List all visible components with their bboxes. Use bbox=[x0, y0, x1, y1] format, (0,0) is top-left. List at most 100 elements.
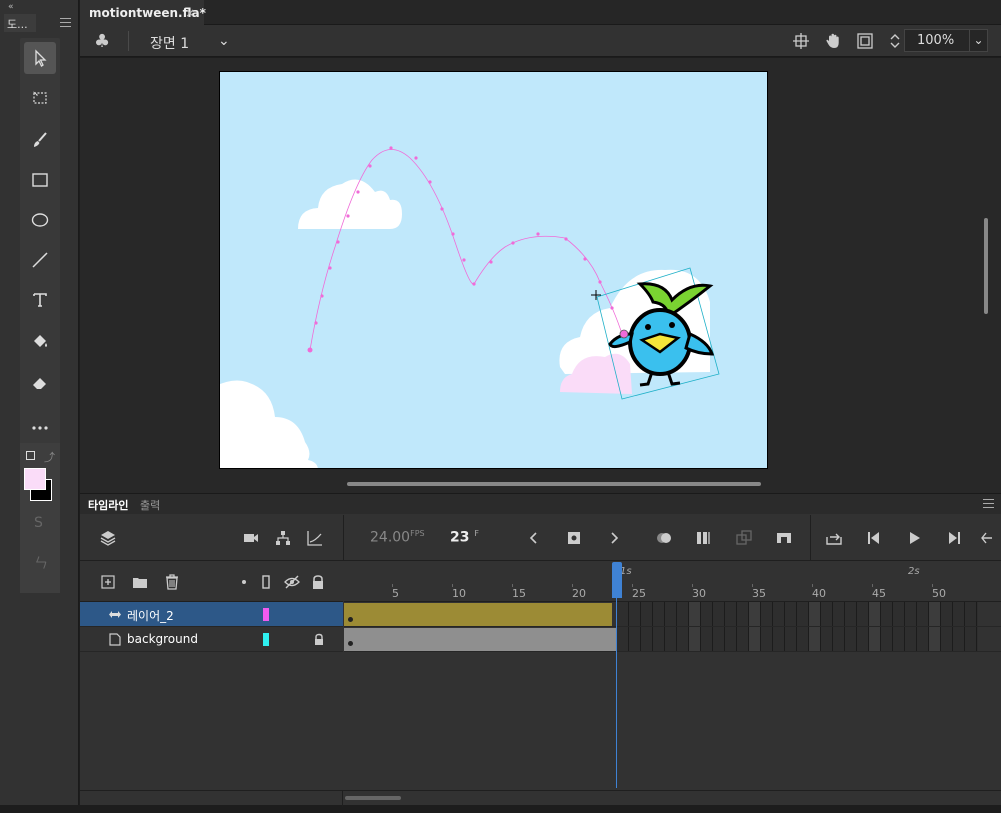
layer-parenting-icon[interactable] bbox=[273, 528, 293, 548]
step-back-icon[interactable] bbox=[864, 528, 884, 548]
new-folder-icon[interactable] bbox=[130, 572, 150, 592]
line-tool-icon[interactable] bbox=[24, 244, 56, 276]
edit-bar: ♣ 장면 1 ⌄ 100% ⌄ bbox=[80, 25, 1001, 57]
timeline-horizontal-scrollbar[interactable] bbox=[345, 796, 401, 800]
playhead-line bbox=[616, 598, 617, 788]
swap-colors-icon[interactable]: ⤴ bbox=[44, 449, 55, 465]
close-tab-icon[interactable]: × bbox=[185, 6, 195, 20]
ruler-tick: 25 bbox=[632, 587, 646, 600]
divider bbox=[810, 515, 811, 561]
vertical-scrollbar[interactable] bbox=[984, 218, 988, 314]
document-tab-bar: motiontween.fla* × bbox=[80, 0, 1001, 25]
layer-color-swatch[interactable] bbox=[263, 633, 269, 646]
current-frame-value: 23 bbox=[450, 529, 470, 546]
next-keyframe-icon[interactable] bbox=[604, 528, 624, 548]
scene-label[interactable]: 장면 1 bbox=[150, 33, 189, 53]
go-to-end-icon[interactable] bbox=[980, 528, 998, 548]
layer-row[interactable]: 레이어_2 bbox=[80, 602, 343, 627]
hide-layer-icon[interactable] bbox=[282, 572, 302, 592]
straighten-icon: ㄣ bbox=[34, 556, 48, 572]
collapse-panel-icon[interactable]: « bbox=[8, 2, 14, 12]
layer-color-swatch[interactable] bbox=[263, 608, 269, 621]
delete-layer-icon[interactable] bbox=[162, 572, 182, 592]
insert-keyframe-icon[interactable] bbox=[564, 528, 584, 548]
rectangle-tool-icon[interactable] bbox=[24, 164, 56, 196]
scene-dropdown-icon[interactable]: ⌄ bbox=[218, 33, 230, 49]
ruler-tick: 40 bbox=[812, 587, 826, 600]
document-tab[interactable]: motiontween.fla* × bbox=[80, 0, 206, 25]
layers-icon[interactable] bbox=[98, 528, 118, 548]
empty-frames[interactable] bbox=[617, 627, 978, 651]
highlight-layer-icon[interactable] bbox=[234, 572, 254, 592]
stage-canvas[interactable] bbox=[219, 71, 768, 469]
layer-name[interactable]: background bbox=[127, 632, 198, 646]
graph-editor-icon[interactable] bbox=[305, 528, 325, 548]
frame-row[interactable] bbox=[344, 602, 1001, 627]
oval-tool-icon[interactable] bbox=[24, 204, 56, 236]
static-frames-span[interactable] bbox=[344, 628, 618, 651]
frames-area[interactable]: 1s 2s 5 10 15 20 25 30 35 40 45 50 bbox=[344, 562, 1001, 790]
brush-tool-icon[interactable] bbox=[24, 124, 56, 156]
cloud-bottom-left bbox=[220, 380, 318, 468]
edit-multiple-frames-icon[interactable] bbox=[694, 528, 714, 548]
lock-layer-icon[interactable] bbox=[308, 572, 328, 592]
layer-row[interactable]: background bbox=[80, 627, 343, 652]
insert-frame-icon[interactable] bbox=[774, 528, 794, 548]
tools-panel-menu-icon[interactable] bbox=[60, 18, 71, 27]
fill-color-swatch[interactable] bbox=[24, 468, 46, 490]
eraser-tool-icon[interactable] bbox=[24, 366, 56, 398]
frame-unit: F bbox=[474, 529, 479, 538]
tools-panel-tab[interactable]: 도... bbox=[4, 14, 36, 32]
ruler-tick: 30 bbox=[692, 587, 706, 600]
playhead[interactable] bbox=[612, 562, 622, 790]
step-forward-icon[interactable] bbox=[944, 528, 964, 548]
hand-tool-icon[interactable] bbox=[824, 32, 842, 50]
text-tool-icon[interactable] bbox=[24, 284, 56, 316]
zoom-dropdown-icon[interactable]: ⌄ bbox=[970, 29, 988, 52]
selection-tool-icon[interactable] bbox=[24, 42, 56, 74]
layer-list-footer bbox=[80, 791, 343, 807]
more-tools-icon[interactable] bbox=[24, 412, 56, 444]
tab-timeline[interactable]: 타임라인 bbox=[88, 497, 128, 513]
new-layer-icon[interactable] bbox=[98, 572, 118, 592]
current-frame-display[interactable]: 23 F bbox=[450, 529, 479, 546]
clip-stage-icon[interactable] bbox=[856, 32, 874, 50]
scene-icon[interactable]: ♣ bbox=[94, 31, 110, 52]
free-transform-tool-icon[interactable] bbox=[24, 82, 56, 114]
previous-keyframe-icon[interactable] bbox=[524, 528, 544, 548]
create-classic-tween-icon bbox=[734, 528, 754, 548]
layer-list: 레이어_2 background bbox=[80, 602, 343, 792]
frame-ruler[interactable]: 1s 2s 5 10 15 20 25 30 35 40 45 50 bbox=[344, 562, 1001, 602]
timeline-panel: 타임라인 출력 24.00FPS 23 F 레이어_2 background 1… bbox=[80, 493, 1001, 807]
timeline-menu-icon[interactable] bbox=[983, 499, 994, 508]
stage-artwork bbox=[220, 146, 720, 468]
play-icon[interactable] bbox=[904, 528, 924, 548]
outline-layer-icon[interactable] bbox=[256, 572, 276, 592]
ruler-tick: 20 bbox=[572, 587, 586, 600]
timeline-controls: 24.00FPS 23 F bbox=[80, 515, 1001, 561]
toolbar: ⤴ S ㄣ bbox=[20, 38, 60, 593]
zoom-input[interactable]: 100% bbox=[904, 29, 970, 52]
layer-name[interactable]: 레이어_2 bbox=[127, 607, 174, 624]
layer-locked-icon[interactable] bbox=[313, 633, 325, 646]
ruler-tick: 45 bbox=[872, 587, 886, 600]
empty-frames[interactable] bbox=[617, 602, 978, 626]
tools-panel: « 도... ⤴ S ㄣ bbox=[0, 0, 79, 805]
horizontal-scrollbar[interactable] bbox=[347, 482, 761, 486]
fps-display[interactable]: 24.00FPS bbox=[370, 529, 425, 546]
loop-playback-icon[interactable] bbox=[824, 528, 844, 548]
keyframe-dot[interactable] bbox=[348, 641, 353, 646]
snap-to-objects-icon[interactable] bbox=[792, 32, 810, 50]
onion-skin-icon[interactable] bbox=[654, 528, 674, 548]
camera-icon[interactable] bbox=[241, 528, 261, 548]
frame-row[interactable] bbox=[344, 627, 1001, 652]
zoom-stepper-icon[interactable] bbox=[886, 32, 904, 50]
ruler-tick: 10 bbox=[452, 587, 466, 600]
playhead-handle[interactable] bbox=[612, 562, 622, 598]
timeline-bottom-bar bbox=[80, 790, 1001, 807]
keyframe-dot[interactable] bbox=[348, 617, 353, 622]
motion-tween-span[interactable] bbox=[344, 603, 612, 626]
default-colors-icon[interactable] bbox=[26, 451, 35, 460]
tab-output[interactable]: 출력 bbox=[140, 497, 160, 513]
paint-bucket-tool-icon[interactable] bbox=[24, 326, 56, 358]
